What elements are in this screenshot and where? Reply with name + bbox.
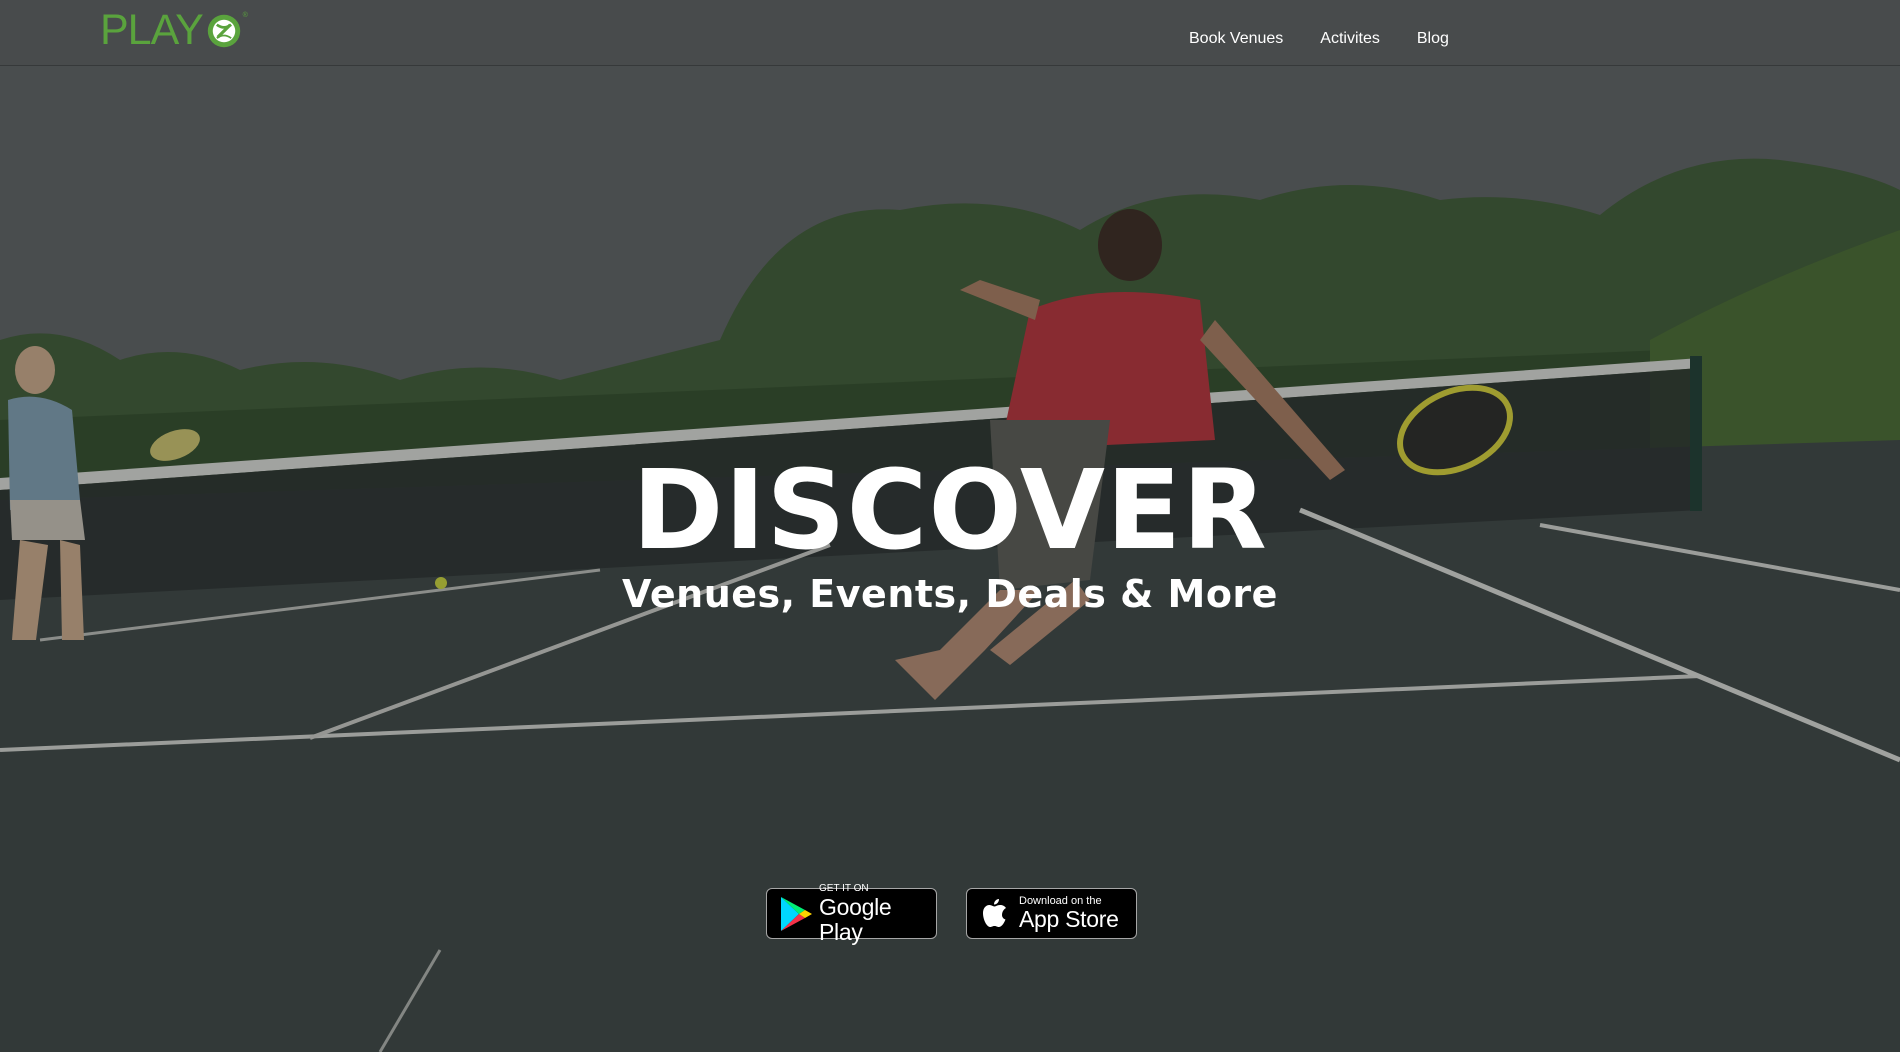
logo-text: PLAY [100,6,204,54]
nav-book-venues[interactable]: Book Venues [1189,30,1283,48]
google-play-icon [781,896,812,931]
app-store-text: Download on the App Store [1019,895,1119,932]
google-play-big-label: Google Play [819,893,892,945]
nav-activities[interactable]: Activites [1320,30,1380,48]
tennis-ball-icon [207,14,240,48]
hero-subheadline: Venues, Events, Deals & More [622,572,1278,616]
app-store-big-label: App Store [1019,906,1119,932]
top-navbar: PLAY ® Book Venues Activites Blog [0,0,1900,65]
app-store-button[interactable]: Download on the App Store [966,888,1137,939]
apple-icon [983,898,1006,927]
google-play-small-label: GET IT ON [819,882,869,894]
registered-mark-icon: ® [242,12,248,19]
hero-headline: DISCOVER [632,446,1268,574]
nav-blog[interactable]: Blog [1417,30,1449,48]
main-nav: Book Venues Activites Blog [1189,30,1449,48]
google-play-button[interactable]: GET IT ON Google Play [766,883,937,944]
brand-logo[interactable]: PLAY ® [100,6,248,54]
google-play-text: GET IT ON Google Play [819,883,936,945]
